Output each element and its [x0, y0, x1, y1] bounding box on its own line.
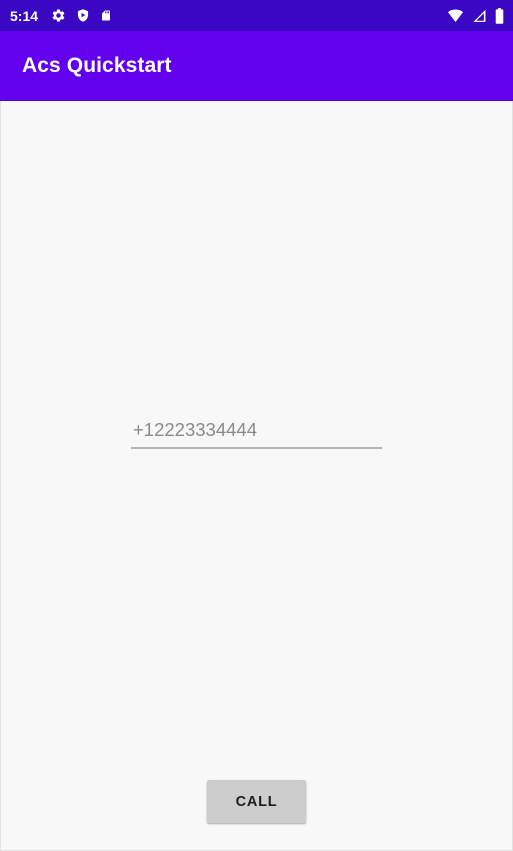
battery-icon — [495, 7, 504, 24]
status-bar: 5:14 — [0, 0, 513, 31]
status-bar-system-icons — [447, 7, 504, 24]
android-device-screen: 5:14 Acs Quickstart +12223334444 CALL — [0, 0, 513, 851]
main-content: CALL — [0, 101, 513, 851]
sd-card-icon — [100, 8, 112, 23]
phone-number-input-underline — [131, 447, 382, 449]
play-protect-shield-icon — [76, 8, 90, 23]
wifi-icon — [447, 8, 464, 23]
app-bar-title: Acs Quickstart — [22, 54, 172, 77]
phone-number-input[interactable] — [131, 419, 382, 447]
settings-gear-icon — [51, 8, 66, 23]
status-bar-clock: 5:14 — [10, 7, 39, 24]
status-bar-notification-icons — [51, 8, 112, 23]
phone-number-field[interactable] — [131, 419, 382, 449]
cellular-signal-icon — [472, 9, 487, 23]
call-button[interactable]: CALL — [207, 780, 306, 823]
app-bar: Acs Quickstart — [0, 31, 513, 101]
